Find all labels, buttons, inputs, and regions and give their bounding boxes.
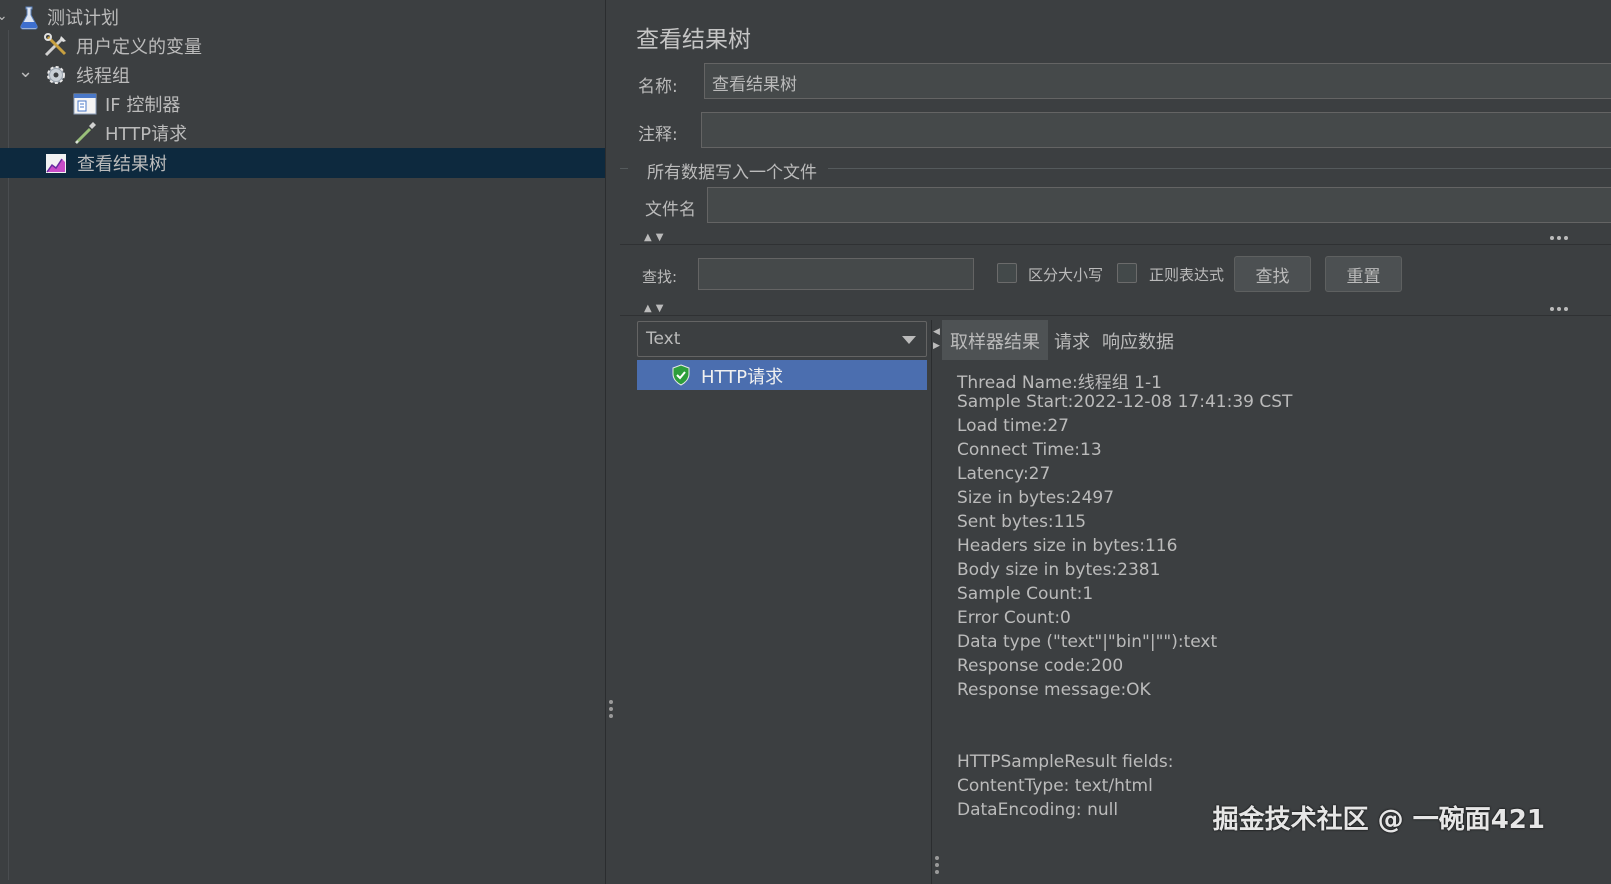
chart-icon (46, 154, 66, 173)
result-item-label: HTTP请求 (701, 367, 784, 388)
tree-item-test-plan[interactable]: ⌄ 测试计划 (0, 2, 605, 32)
result-line: Sample Start:2022-12-08 17:41:39 CST (957, 392, 1293, 412)
result-line: Size in bytes:2497 (957, 488, 1115, 508)
filename-input[interactable] (707, 187, 1611, 223)
page-title: 查看结果树 (636, 27, 751, 53)
if-controller-icon (73, 93, 97, 115)
result-line: ContentType: text/html (957, 776, 1153, 796)
tab-request[interactable]: 请求 (1054, 328, 1090, 354)
result-line: Headers size in bytes:116 (957, 536, 1178, 556)
result-line: Body size in bytes:2381 (957, 560, 1161, 580)
main-splitter[interactable] (605, 0, 606, 884)
group-border (828, 168, 1611, 169)
name-input[interactable]: 查看结果树 (704, 63, 1611, 99)
tree-item-http-request[interactable]: HTTP请求 (0, 118, 605, 148)
splitter-arrows-icon[interactable]: ◀ ▶ (933, 325, 940, 353)
case-sensitive-label: 区分大小写 (1028, 266, 1104, 284)
splitter-handle-icon[interactable] (935, 856, 939, 877)
result-line: Response message:OK (957, 680, 1151, 700)
result-tabs: 取样器结果 请求 响应数据 (942, 320, 1611, 360)
success-shield-icon (672, 364, 690, 386)
divider (620, 315, 1611, 316)
result-line: Thread Name:线程组 1-1 (957, 373, 1162, 393)
collapse-arrows-icon[interactable]: ▲▼ (644, 303, 667, 314)
result-line: Sent bytes:115 (957, 512, 1087, 532)
flask-icon (20, 6, 38, 30)
group-border (620, 168, 628, 169)
result-list-item[interactable]: HTTP请求 (637, 360, 927, 390)
more-icon[interactable] (1550, 307, 1568, 311)
gear-icon (47, 66, 65, 84)
tree-item-user-variables[interactable]: 用户定义的变量 (0, 31, 605, 61)
tab-sampler-result[interactable]: 取样器结果 (942, 320, 1048, 360)
tree-item-label: 测试计划 (47, 8, 119, 29)
tree-item-label: IF 控制器 (105, 95, 181, 116)
result-line: Connect Time:13 (957, 440, 1102, 460)
case-sensitive-checkbox[interactable] (997, 263, 1017, 283)
result-line: HTTPSampleResult fields: (957, 752, 1174, 772)
renderer-select[interactable]: Text (637, 321, 927, 357)
tree-item-view-results-tree[interactable]: 查看结果树 (0, 148, 605, 178)
result-line: Sample Count:1 (957, 584, 1094, 604)
collapse-arrows-icon[interactable]: ▲▼ (644, 232, 667, 243)
pipette-icon (74, 122, 96, 145)
filename-label: 文件名 (645, 200, 696, 220)
sampler-result-text: Thread Name:线程组 1-1 Sample Start:2022-12… (957, 368, 1597, 848)
search-label: 查找: (642, 268, 678, 286)
results-splitter[interactable] (931, 320, 932, 884)
result-line: Latency:27 (957, 464, 1051, 484)
chevron-down-icon (902, 336, 916, 344)
result-line: DataEncoding: null (957, 800, 1119, 820)
tree-item-label: 线程组 (76, 66, 130, 87)
result-line: Error Count:0 (957, 608, 1071, 628)
divider (620, 244, 1611, 245)
watermark: 掘金技术社区 @ 一碗面421 (1212, 805, 1545, 835)
tools-icon (44, 33, 67, 57)
file-group-label: 所有数据写入一个文件 (647, 163, 817, 183)
name-label: 名称: (638, 77, 678, 97)
tree-item-label: HTTP请求 (105, 124, 188, 145)
result-line: Response code:200 (957, 656, 1124, 676)
tree-item-if-controller[interactable]: IF 控制器 (0, 89, 605, 119)
comment-input[interactable] (701, 112, 1611, 148)
view-results-tree-panel: 查看结果树 名称: 查看结果树 注释: 所有数据写入一个文件 文件名 ▲▼ 查找… (620, 0, 1611, 884)
splitter-handle-icon[interactable] (609, 700, 615, 724)
regex-label: 正则表达式 (1149, 266, 1225, 284)
reset-button[interactable]: 重置 (1325, 256, 1402, 292)
tab-response-data[interactable]: 响应数据 (1102, 328, 1174, 354)
test-plan-tree: ⌄ 测试计划 用户定义的变量 ⌄ 线程组 IF 控制器 HTTP请求 查看结果树 (0, 0, 605, 884)
result-line: Load time:27 (957, 416, 1069, 436)
renderer-select-value: Text (646, 329, 681, 349)
find-button[interactable]: 查找 (1234, 256, 1311, 292)
result-line: Data type ("text"|"bin"|""):text (957, 632, 1218, 652)
regex-checkbox[interactable] (1117, 263, 1137, 283)
tree-item-label: 查看结果树 (77, 154, 167, 175)
chevron-down-icon[interactable]: ⌄ (0, 9, 10, 23)
more-icon[interactable] (1550, 236, 1568, 240)
chevron-down-icon[interactable]: ⌄ (18, 63, 33, 81)
search-input[interactable] (698, 258, 974, 290)
comment-label: 注释: (638, 125, 678, 145)
tree-item-thread-group[interactable]: ⌄ 线程组 (0, 60, 605, 90)
tree-item-label: 用户定义的变量 (76, 37, 202, 58)
